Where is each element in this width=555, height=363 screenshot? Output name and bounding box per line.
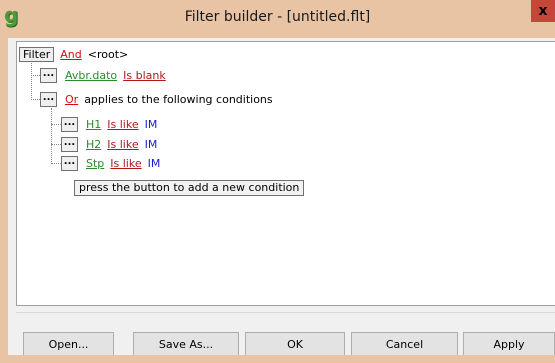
root-label: <root> — [87, 47, 129, 61]
condition-value[interactable]: IM — [145, 118, 158, 131]
condition-menu-button[interactable]: ... — [61, 155, 78, 171]
condition-menu-button[interactable]: ... — [61, 116, 78, 132]
window-bottom-border — [8, 355, 555, 363]
condition-row: ... Stp Is like IM — [61, 155, 160, 171]
title-bar[interactable]: g Filter builder - [untitled.flt] x — [0, 0, 555, 38]
button-bar: Open... Save As... OK Cancel Apply — [16, 312, 555, 358]
tree-connector — [51, 144, 61, 145]
tree-root-row: Filter And <root> — [19, 46, 128, 62]
tree-connector — [31, 99, 40, 100]
tree-connector — [31, 59, 32, 100]
condition-field-link[interactable]: H2 — [86, 138, 101, 151]
window-title: Filter builder - [untitled.flt] — [184, 9, 371, 25]
dialog-client-area: Filter And <root> ... Avbr.dato Is blank… — [8, 38, 555, 358]
condition-operator-link[interactable]: Is like — [107, 138, 138, 151]
group-label: applies to the following conditions — [84, 92, 273, 106]
condition-operator-link[interactable]: Is like — [110, 157, 141, 170]
condition-value[interactable]: IM — [148, 157, 161, 170]
group-row: ... Or applies to the following conditio… — [40, 91, 273, 107]
condition-menu-button[interactable]: ... — [40, 67, 57, 83]
condition-operator-link[interactable]: Is blank — [123, 69, 166, 82]
filter-button[interactable]: Filter — [19, 46, 55, 62]
tree-connector — [31, 75, 40, 76]
condition-value[interactable]: IM — [145, 138, 158, 151]
condition-field-link[interactable]: H1 — [86, 118, 101, 131]
filter-tree: Filter And <root> ... Avbr.dato Is blank… — [16, 41, 555, 306]
root-operator-link[interactable]: And — [60, 48, 81, 61]
condition-row: ... H2 Is like IM — [61, 136, 157, 152]
close-button[interactable]: x — [531, 0, 555, 22]
tree-connector — [51, 163, 61, 164]
condition-field-link[interactable]: Stp — [86, 157, 104, 170]
group-operator-link[interactable]: Or — [65, 93, 78, 106]
condition-row: ... H1 Is like IM — [61, 116, 157, 132]
condition-menu-button[interactable]: ... — [61, 136, 78, 152]
add-condition-hint[interactable]: press the button to add a new condition — [74, 180, 305, 196]
condition-field-link[interactable]: Avbr.dato — [65, 69, 117, 82]
group-menu-button[interactable]: ... — [40, 91, 57, 107]
condition-row: ... Avbr.dato Is blank — [40, 67, 172, 83]
condition-operator-link[interactable]: Is like — [107, 118, 138, 131]
tree-connector — [51, 108, 52, 164]
tree-connector — [51, 124, 61, 125]
